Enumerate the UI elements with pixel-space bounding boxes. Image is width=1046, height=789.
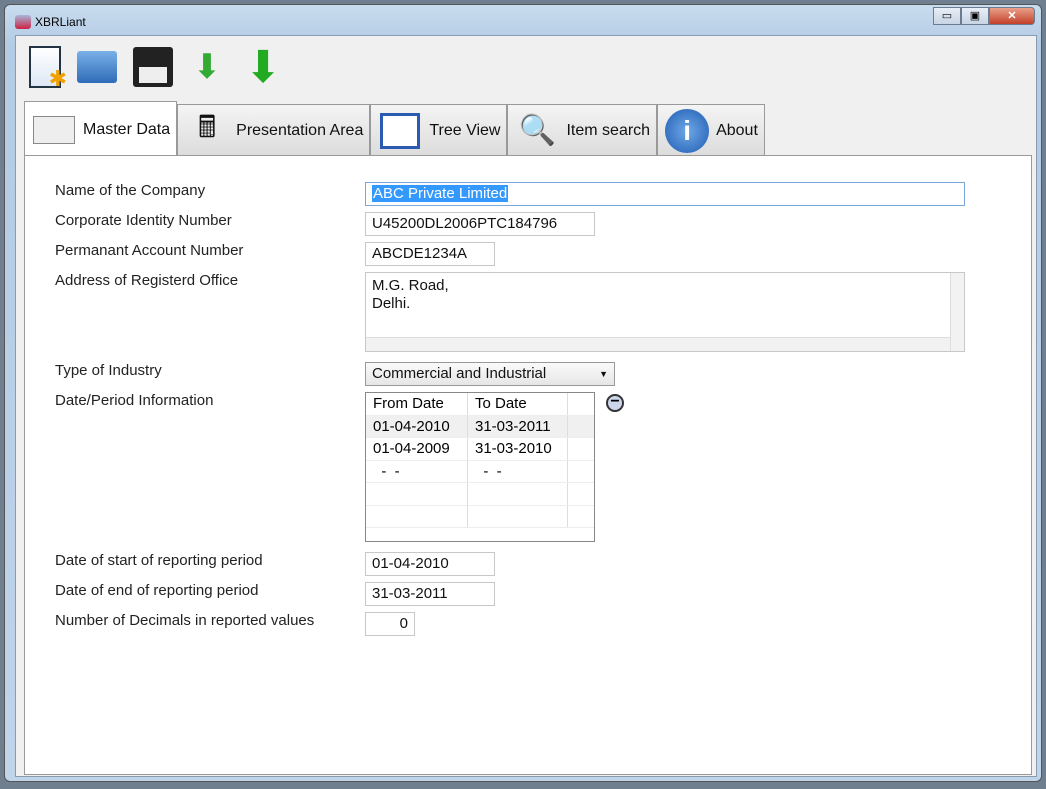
decimals-label: Number of Decimals in reported values bbox=[55, 612, 315, 629]
to-date-cell[interactable]: 31-03-2010 bbox=[468, 438, 568, 460]
tab-bar: Master Data 🖩 Presentation Area Tree View… bbox=[24, 100, 765, 157]
tab-label: Item search bbox=[566, 121, 651, 139]
calculator-icon: 🖩 bbox=[198, 111, 217, 144]
from-date-cell[interactable]: 01-04-2010 bbox=[366, 415, 468, 437]
minimize-button[interactable]: ▭ bbox=[933, 7, 961, 25]
to-date-cell[interactable]: 31-03-2011 bbox=[468, 415, 568, 437]
table-header: From Date To Date bbox=[366, 393, 594, 416]
cin-input[interactable]: U45200DL2006PTC184796 bbox=[365, 212, 595, 236]
address-label: Address of Registerd Office bbox=[55, 272, 239, 289]
end-label: Date of end of reporting period bbox=[55, 582, 259, 599]
tab-label: Presentation Area bbox=[236, 121, 364, 139]
industry-select[interactable]: Commercial and Industrial ▼ bbox=[365, 362, 615, 386]
magnifier-icon: 🔍 bbox=[518, 114, 557, 147]
column-header[interactable]: To Date bbox=[468, 393, 568, 415]
remove-row-icon[interactable]: − bbox=[606, 394, 624, 412]
cin-label: Corporate Identity Number bbox=[55, 212, 232, 229]
start-date-input[interactable]: 01-04-2010 bbox=[365, 552, 495, 576]
address-textarea[interactable]: M.G. Road, Delhi. bbox=[365, 272, 965, 352]
from-date-cell[interactable]: - - bbox=[366, 460, 468, 482]
industry-label: Type of Industry bbox=[55, 362, 162, 379]
tab-master-data[interactable]: Master Data bbox=[24, 101, 178, 157]
import-icon: ⬇ bbox=[192, 48, 222, 86]
window-title: XBRLiant bbox=[35, 15, 86, 29]
decimals-input[interactable]: 0 bbox=[365, 612, 415, 636]
to-date-cell[interactable]: - - bbox=[468, 460, 568, 482]
id-card-icon bbox=[31, 107, 77, 153]
from-date-cell[interactable]: 01-04-2009 bbox=[366, 438, 468, 460]
table-row[interactable]: 01-04-2010 31-03-2011 bbox=[366, 415, 594, 438]
company-value: ABC Private Limited bbox=[372, 185, 509, 202]
vertical-scrollbar[interactable] bbox=[950, 273, 964, 351]
new-icon: ✱ bbox=[29, 46, 67, 91]
tree-icon bbox=[377, 108, 423, 154]
tab-presentation-area[interactable]: 🖩 Presentation Area bbox=[177, 104, 371, 156]
horizontal-scrollbar[interactable] bbox=[366, 337, 950, 351]
tab-tree-view[interactable]: Tree View bbox=[370, 104, 508, 156]
open-icon bbox=[77, 51, 117, 83]
tab-about[interactable]: i About bbox=[657, 104, 765, 156]
save-icon bbox=[133, 47, 173, 87]
table-row[interactable]: - - - - bbox=[366, 460, 594, 483]
download-icon: ⬇ bbox=[244, 42, 282, 92]
close-button[interactable]: ✕ bbox=[989, 7, 1035, 25]
new-button[interactable]: ✱ bbox=[22, 44, 68, 91]
column-header[interactable]: From Date bbox=[366, 393, 468, 415]
master-data-panel: Name of the Company ABC Private Limited … bbox=[24, 155, 1032, 775]
save-button[interactable] bbox=[130, 44, 176, 90]
app-icon bbox=[15, 15, 31, 29]
company-input[interactable]: ABC Private Limited bbox=[365, 182, 965, 206]
client-area: ✱ ⬇ ⬇ Master Data 🖩 Presentation Area Tre… bbox=[15, 35, 1037, 777]
industry-value: Commercial and Industrial bbox=[372, 365, 547, 382]
address-line: Delhi. bbox=[372, 295, 411, 312]
app-window: XBRLiant ▭ ▣ ✕ ✱ ⬇ ⬇ Master Data 🖩 Presen… bbox=[4, 4, 1042, 782]
tab-item-search[interactable]: 🔍 Item search bbox=[507, 104, 658, 156]
tab-label: Master Data bbox=[83, 120, 171, 138]
pan-label: Permanant Account Number bbox=[55, 242, 244, 259]
import-button[interactable]: ⬇ bbox=[184, 44, 230, 90]
address-line: M.G. Road, bbox=[372, 277, 449, 294]
pan-input[interactable]: ABCDE1234A bbox=[365, 242, 495, 266]
period-table: From Date To Date 01-04-2010 31-03-2011 01… bbox=[365, 392, 595, 542]
tab-label: Tree View bbox=[429, 121, 501, 139]
info-icon: i bbox=[664, 108, 710, 154]
period-label: Date/Period Information bbox=[55, 392, 214, 409]
dropdown-arrow-icon: ▼ bbox=[599, 369, 608, 379]
company-label: Name of the Company bbox=[55, 182, 206, 199]
end-date-input[interactable]: 31-03-2011 bbox=[365, 582, 495, 606]
maximize-button[interactable]: ▣ bbox=[961, 7, 989, 25]
table-row[interactable]: 01-04-2009 31-03-2010 bbox=[366, 438, 594, 461]
open-button[interactable] bbox=[74, 44, 120, 90]
tab-label: About bbox=[716, 121, 758, 139]
start-label: Date of start of reporting period bbox=[55, 552, 263, 569]
download-button[interactable]: ⬇ bbox=[240, 42, 286, 92]
